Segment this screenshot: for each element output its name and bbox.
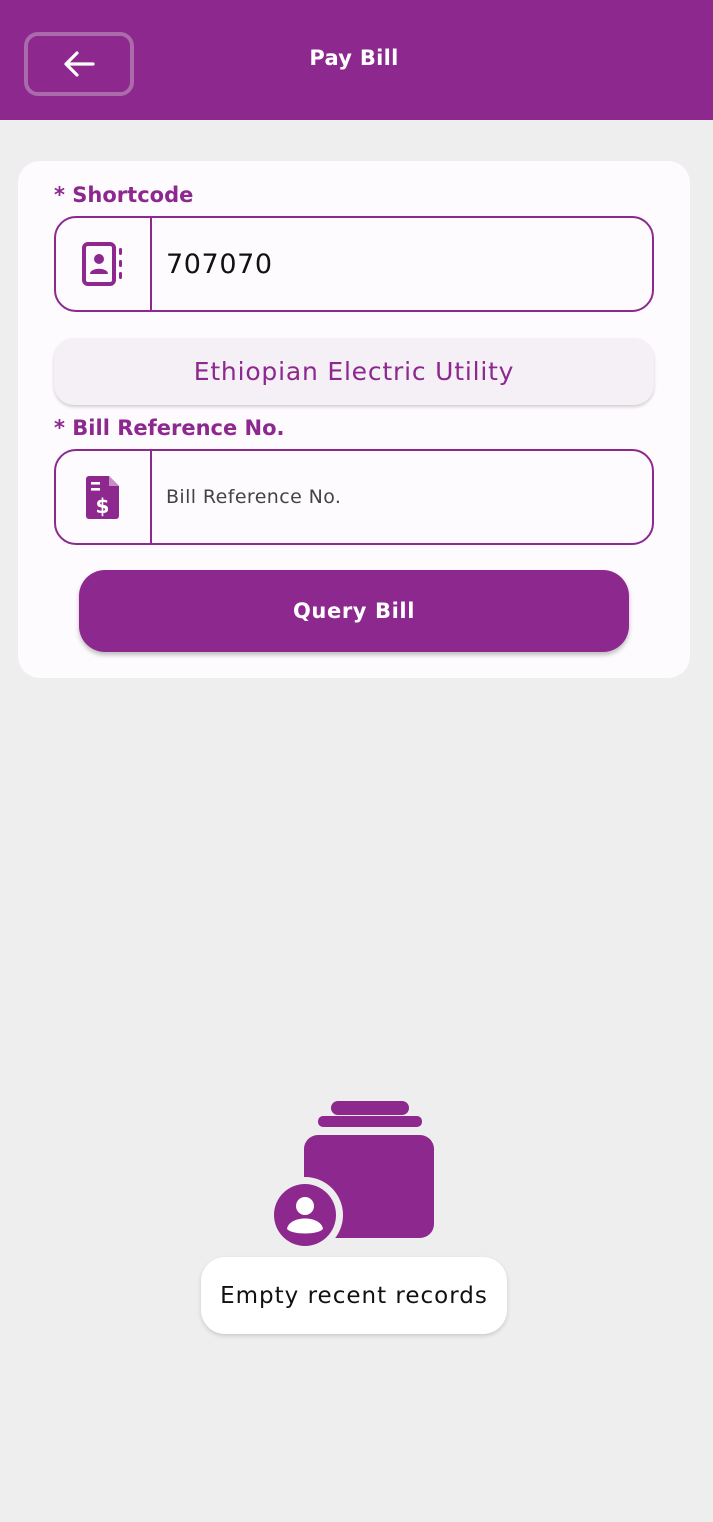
shortcode-input[interactable] [152,218,652,310]
empty-records-message: Empty recent records [201,1257,507,1334]
contact-card-icon [82,242,122,286]
biller-name-display: Ethiopian Electric Utility [54,338,654,405]
bill-reference-input[interactable] [152,451,652,543]
bill-reference-icon-box: $ [56,451,152,543]
svg-text:$: $ [96,494,110,518]
shortcode-label: * Shortcode [54,183,194,207]
pay-bill-screen: Pay Bill * Shortcode Ethiopian Electric … [0,0,713,1522]
empty-records-icon [267,1098,440,1253]
shortcode-field [54,216,654,312]
app-header: Pay Bill [0,0,713,120]
bill-dollar-icon: $ [86,476,119,519]
shortcode-icon-box [56,218,152,310]
query-bill-button[interactable]: Query Bill [79,570,629,652]
page-title: Pay Bill [309,46,399,70]
bill-form-card: * Shortcode Ethiopian Electric Utility *… [18,161,690,678]
bill-reference-field: $ [54,449,654,545]
bill-reference-label: * Bill Reference No. [54,416,285,440]
